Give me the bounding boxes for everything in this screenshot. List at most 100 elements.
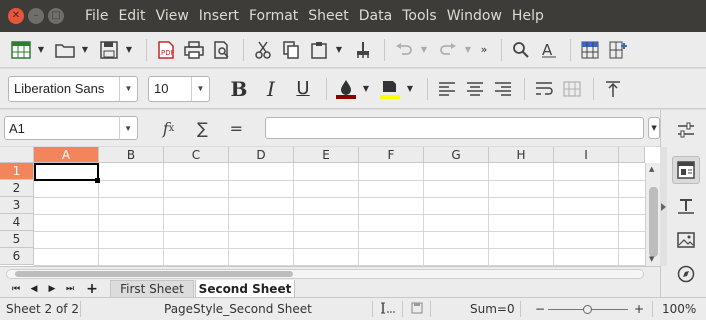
row-icon[interactable] xyxy=(577,37,603,63)
chevron-down-icon[interactable]: ▼ xyxy=(405,76,415,102)
vertical-scrollbar[interactable]: ▲ ▼ xyxy=(645,163,660,266)
menu-sheet[interactable]: Sheet xyxy=(303,0,353,32)
spelling-icon[interactable]: A xyxy=(536,37,562,63)
vertical-scroll-thumb[interactable] xyxy=(649,187,658,257)
merge-cells-icon[interactable] xyxy=(559,76,585,102)
row-header-6[interactable]: 6 xyxy=(0,248,34,265)
last-sheet-icon[interactable]: ⏭ xyxy=(64,282,76,296)
spreadsheet-grid[interactable]: A B C D E F G H I 1 2 3 4 5 6 ▲ ▼ xyxy=(0,147,660,266)
formula-input[interactable] xyxy=(265,117,645,139)
first-sheet-icon[interactable]: ⏮ xyxy=(10,282,22,296)
scroll-up-icon[interactable]: ▲ xyxy=(649,165,654,173)
previous-sheet-icon[interactable]: ◀ xyxy=(28,282,40,296)
align-left-icon[interactable] xyxy=(434,76,460,102)
maximize-window-button[interactable]: □ xyxy=(48,8,64,24)
bold-button[interactable]: B xyxy=(224,75,254,103)
paste-icon[interactable] xyxy=(306,37,332,63)
active-cell-a1[interactable] xyxy=(34,163,99,181)
tab-first-sheet[interactable]: First Sheet xyxy=(110,280,194,298)
chevron-down-icon[interactable]: ▼ xyxy=(334,37,344,63)
column-header-e[interactable]: E xyxy=(294,147,359,163)
menu-view[interactable]: View xyxy=(151,0,194,32)
chevron-down-icon[interactable]: ▼ xyxy=(463,37,473,63)
highlight-color-icon[interactable] xyxy=(377,76,403,102)
next-sheet-icon[interactable]: ▶ xyxy=(46,282,58,296)
menu-edit[interactable]: Edit xyxy=(113,0,150,32)
align-top-icon[interactable] xyxy=(600,76,626,102)
new-spreadsheet-icon[interactable] xyxy=(8,37,34,63)
function-wizard-icon[interactable]: fx xyxy=(154,116,184,140)
save-icon[interactable] xyxy=(96,37,122,63)
find-replace-icon[interactable] xyxy=(508,37,534,63)
align-right-icon[interactable] xyxy=(490,76,516,102)
chevron-down-icon[interactable]: ▼ xyxy=(419,37,429,63)
column-header-b[interactable]: B xyxy=(99,147,164,163)
menu-tools[interactable]: Tools xyxy=(397,0,442,32)
font-name-combo[interactable]: Liberation Sans ▼ xyxy=(8,75,138,102)
sum-status[interactable]: Sum=0 xyxy=(470,302,515,316)
column-header-i[interactable]: I xyxy=(554,147,619,163)
row-header-2[interactable]: 2 xyxy=(0,180,34,197)
column-header-a[interactable]: A xyxy=(34,147,99,163)
sidebar-gallery-icon[interactable] xyxy=(672,226,700,254)
formula-icon[interactable]: = xyxy=(221,116,251,140)
insert-column-icon[interactable] xyxy=(605,37,631,63)
column-header-h[interactable]: H xyxy=(489,147,554,163)
print-icon[interactable] xyxy=(181,37,207,63)
horizontal-scroll-thumb[interactable] xyxy=(15,271,293,277)
cut-icon[interactable] xyxy=(250,37,276,63)
add-sheet-button[interactable]: + xyxy=(86,281,98,297)
menu-format[interactable]: Format xyxy=(244,0,303,32)
open-folder-icon[interactable] xyxy=(52,37,78,63)
redo-icon[interactable] xyxy=(435,37,461,63)
zoom-out-button[interactable]: − xyxy=(535,302,545,316)
sidebar-styles-icon[interactable] xyxy=(672,192,700,220)
sum-icon[interactable]: ∑ xyxy=(187,116,217,140)
column-header-f[interactable]: F xyxy=(359,147,424,163)
chevron-down-icon[interactable]: ▼ xyxy=(80,37,90,63)
column-header-partial[interactable] xyxy=(619,147,645,163)
minimize-window-button[interactable]: – xyxy=(28,8,44,24)
chevron-down-icon[interactable]: ▼ xyxy=(119,76,137,101)
font-size-combo[interactable]: 10 ▼ xyxy=(148,75,210,102)
column-header-g[interactable]: G xyxy=(424,147,489,163)
column-header-d[interactable]: D xyxy=(229,147,294,163)
sidebar-navigator-icon[interactable] xyxy=(672,260,700,288)
row-header-4[interactable]: 4 xyxy=(0,214,34,231)
menu-window[interactable]: Window xyxy=(442,0,507,32)
sidebar-properties-icon[interactable] xyxy=(672,116,700,144)
close-window-button[interactable]: ✕ xyxy=(8,8,24,24)
chevron-down-icon[interactable]: ▼ xyxy=(124,37,134,63)
chevron-down-icon[interactable]: ▼ xyxy=(118,116,137,140)
row-header-3[interactable]: 3 xyxy=(0,197,34,214)
row-header-1[interactable]: 1 xyxy=(0,163,34,180)
scroll-down-icon[interactable]: ▼ xyxy=(649,255,654,263)
page-style-status[interactable]: PageStyle_Second Sheet xyxy=(164,302,312,316)
chevron-down-icon[interactable]: ▼ xyxy=(191,76,209,101)
underline-button[interactable]: U xyxy=(288,75,318,103)
menu-insert[interactable]: Insert xyxy=(194,0,244,32)
align-center-icon[interactable] xyxy=(462,76,488,102)
select-all-corner[interactable] xyxy=(0,147,34,163)
tab-second-sheet[interactable]: Second Sheet xyxy=(195,280,295,298)
more-options-icon[interactable]: » xyxy=(479,37,489,63)
font-color-icon[interactable] xyxy=(333,76,359,102)
row-header-5[interactable]: 5 xyxy=(0,231,34,248)
zoom-in-button[interactable]: + xyxy=(634,302,644,316)
menu-file[interactable]: File xyxy=(80,0,113,32)
fill-handle[interactable] xyxy=(95,178,100,183)
menu-data[interactable]: Data xyxy=(354,0,397,32)
sidebar-page-icon[interactable] xyxy=(672,156,700,184)
copy-icon[interactable] xyxy=(278,37,304,63)
chevron-down-icon[interactable]: ▼ xyxy=(36,37,46,63)
italic-button[interactable]: I xyxy=(256,75,286,103)
horizontal-scrollbar[interactable] xyxy=(6,269,644,279)
wrap-text-icon[interactable] xyxy=(531,76,557,102)
menu-help[interactable]: Help xyxy=(507,0,549,32)
clone-formatting-icon[interactable] xyxy=(350,37,376,63)
chevron-down-icon[interactable]: ▼ xyxy=(361,76,371,102)
print-preview-icon[interactable] xyxy=(209,37,235,63)
zoom-slider-knob[interactable] xyxy=(583,305,592,314)
name-box[interactable]: A1 ▼ xyxy=(4,116,138,140)
zoom-level[interactable]: 100% xyxy=(662,302,696,316)
